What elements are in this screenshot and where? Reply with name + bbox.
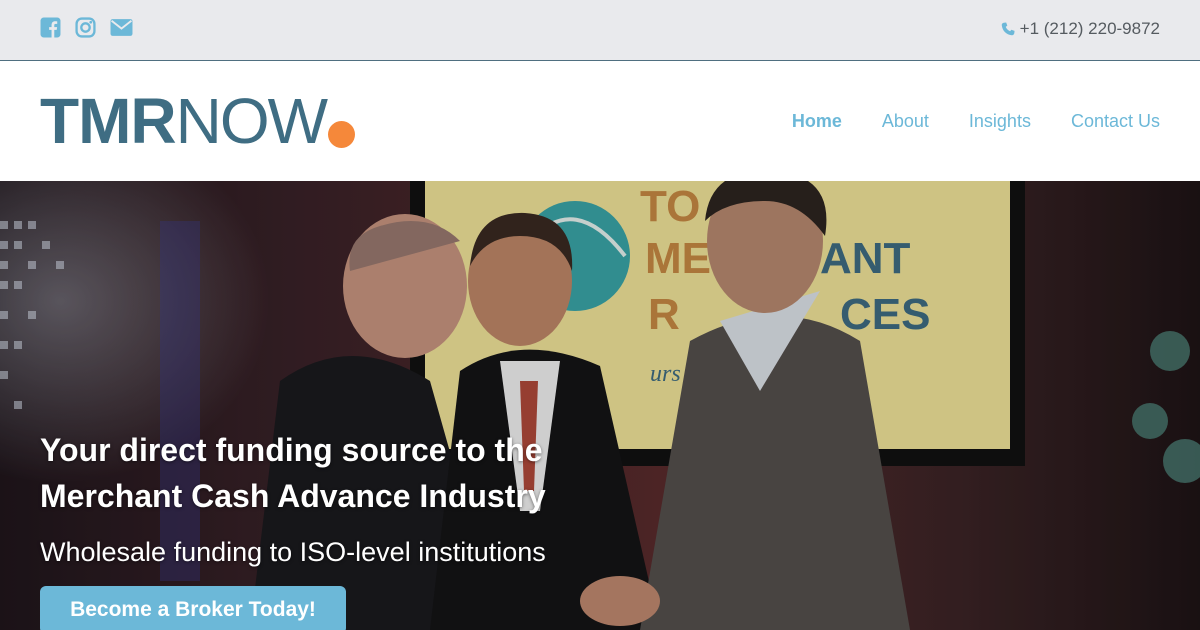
nav-insights[interactable]: Insights bbox=[969, 111, 1031, 132]
logo-tmr: TMR bbox=[40, 85, 177, 157]
envelope-icon[interactable] bbox=[110, 17, 133, 38]
logo-dot bbox=[328, 121, 356, 148]
social-links bbox=[40, 17, 133, 38]
hero-subtitle: Wholesale funding to ISO-level instituti… bbox=[40, 537, 546, 567]
nav-home[interactable]: Home bbox=[792, 111, 842, 132]
phone-number[interactable]: +1 (212) 220-9872 bbox=[1001, 19, 1160, 39]
phone-text: +1 (212) 220-9872 bbox=[1019, 19, 1160, 38]
top-bar: +1 (212) 220-9872 bbox=[0, 0, 1200, 61]
main-nav: Home About Insights Contact Us bbox=[792, 61, 1160, 181]
nav-about[interactable]: About bbox=[882, 111, 929, 132]
hero-title: Your direct funding source to the Mercha… bbox=[40, 427, 680, 519]
logo-now: NOW bbox=[175, 85, 328, 157]
nav-contact-us[interactable]: Contact Us bbox=[1071, 111, 1160, 132]
become-broker-button[interactable]: Become a Broker Today! bbox=[40, 586, 346, 630]
hero-title-line-1: Your direct funding source to the bbox=[40, 432, 543, 468]
hero-title-line-2: Merchant Cash Advance Industry bbox=[40, 478, 546, 514]
hero-text: Your direct funding source to the Mercha… bbox=[40, 427, 680, 569]
instagram-icon[interactable] bbox=[75, 17, 96, 38]
phone-icon bbox=[1001, 22, 1015, 36]
site-logo[interactable]: TMR NOW bbox=[40, 85, 356, 157]
hero-section: TO ME ANT R CES urs to m Your direct fun… bbox=[0, 181, 1200, 630]
facebook-icon[interactable] bbox=[40, 17, 61, 38]
